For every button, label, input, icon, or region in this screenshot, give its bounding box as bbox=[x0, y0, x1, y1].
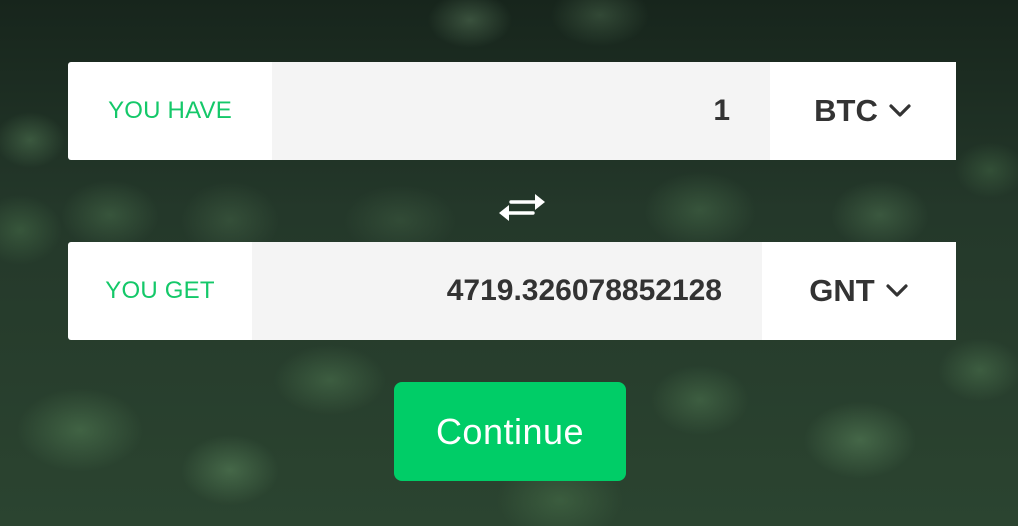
chevron-down-icon bbox=[885, 283, 909, 299]
chevron-down-icon bbox=[888, 103, 912, 119]
you-have-currency-select[interactable]: BTC bbox=[770, 62, 956, 160]
continue-button[interactable]: Continue bbox=[394, 382, 626, 481]
you-have-label: YOU HAVE bbox=[68, 62, 272, 160]
you-have-currency-label: BTC bbox=[814, 93, 878, 128]
you-have-row: YOU HAVE 1 BTC bbox=[68, 62, 956, 160]
you-get-currency-label: GNT bbox=[809, 273, 875, 308]
you-get-amount-output: 4719.326078852128 bbox=[252, 242, 762, 340]
you-have-amount-input[interactable]: 1 bbox=[272, 62, 770, 160]
you-get-currency-select[interactable]: GNT bbox=[762, 242, 956, 340]
swap-arrows-icon[interactable] bbox=[497, 190, 547, 224]
you-get-row: YOU GET 4719.326078852128 GNT bbox=[68, 242, 956, 340]
you-get-label: YOU GET bbox=[68, 242, 252, 340]
